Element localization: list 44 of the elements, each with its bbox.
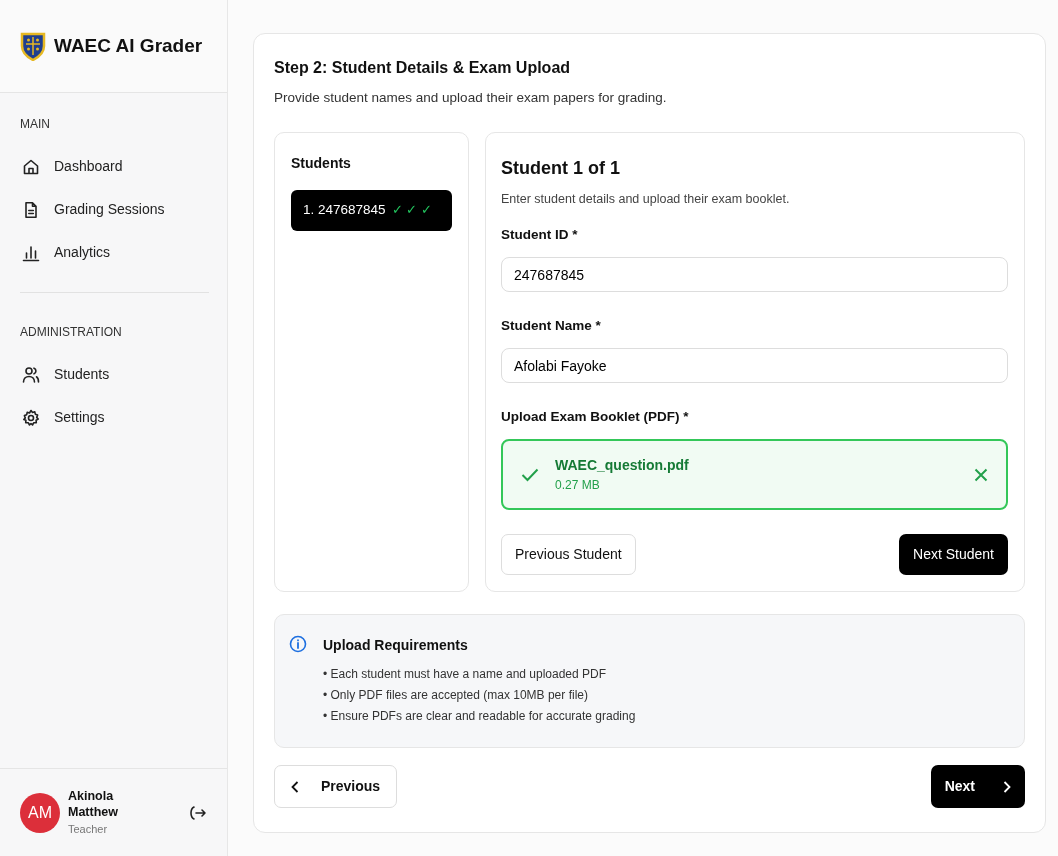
user-name: Akinola Matthew <box>68 788 119 821</box>
chevron-left-icon <box>291 780 299 793</box>
section-heading: ADMINISTRATION <box>19 324 123 341</box>
input-field[interactable]: Afolabi Fayoke <box>501 348 1008 383</box>
panel-title: Students <box>291 154 352 174</box>
field-label: Student Name * <box>501 316 602 335</box>
file-size: 0.27 MB <box>555 477 601 495</box>
nav-link[interactable]: Grading Sessions <box>0 188 227 231</box>
field-label: Student ID * <box>501 226 579 244</box>
nav-link[interactable]: Dashboard <box>0 145 227 188</box>
section-heading: MAIN <box>19 116 51 133</box>
form-subtitle: Enter student details and upload their exam booklet. <box>501 191 791 209</box>
step-title: Step 2: Student Details & Exam Upload <box>274 58 572 78</box>
close-icon[interactable] <box>974 467 988 482</box>
student-item[interactable]: 1. 247687845 ✓ ✓ ✓ <box>291 190 452 231</box>
check-icon <box>521 467 539 482</box>
shield-logo-icon <box>20 31 46 61</box>
home-icon <box>22 157 40 176</box>
previous-student-button[interactable]: Previous Student <box>501 534 636 576</box>
nav-link[interactable]: Analytics <box>0 231 227 274</box>
nav-link[interactable]: Students <box>0 353 227 396</box>
user-avatar: AM <box>20 792 60 833</box>
brand-name: WAEC AI Grader <box>54 33 203 58</box>
file-name: WAEC_question.pdf <box>555 456 689 476</box>
next-button[interactable]: Next <box>930 765 1025 808</box>
document-icon <box>22 200 40 219</box>
next-student-button[interactable]: Next Student <box>899 534 1008 576</box>
logout-icon[interactable] <box>189 804 207 821</box>
step-subtitle: Provide student names and upload their exam papers for grading. <box>274 89 668 107</box>
chevron-right-icon <box>1003 780 1011 793</box>
requirement-text: • Ensure PDFs are clear and readable for accurate grading <box>323 708 636 726</box>
user-role: Teacher <box>68 821 109 837</box>
users-icon <box>22 365 40 384</box>
requirements-title: Upload Requirements <box>323 636 469 656</box>
input-field[interactable]: 247687845 <box>501 257 1008 292</box>
requirement-text: • Each student must have a name and uploaded PDF <box>323 666 608 684</box>
previous-button[interactable]: Previous <box>274 765 398 808</box>
field-label: Upload Exam Booklet (PDF) * <box>501 407 690 426</box>
form-title: Student 1 of 1 <box>501 157 621 181</box>
info-icon <box>289 635 307 654</box>
nav-link[interactable]: Settings <box>0 396 227 439</box>
requirement-text: • Only PDF files are accepted (max 10MB per file) <box>323 687 589 705</box>
settings-icon <box>22 408 40 427</box>
bar-chart-icon <box>22 243 40 262</box>
